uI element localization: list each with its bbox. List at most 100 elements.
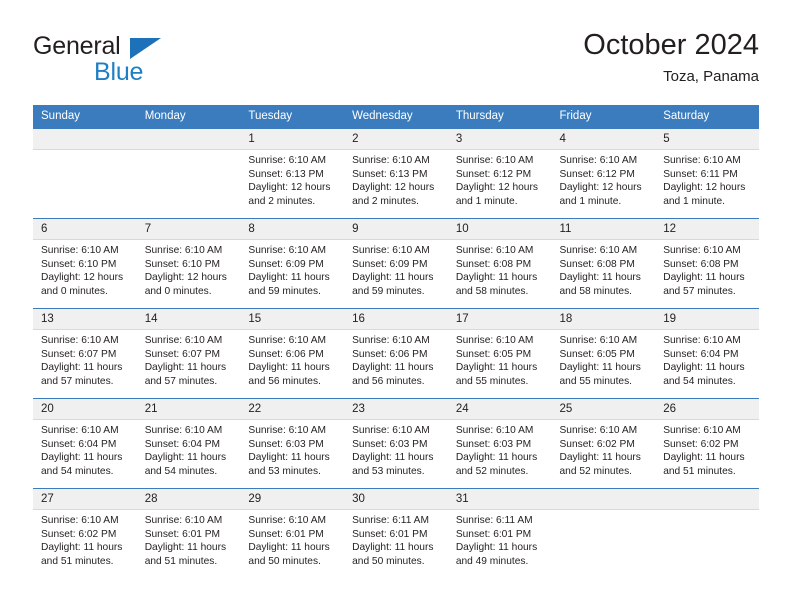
calendar-day-cell[interactable]: 21 Sunrise: 6:10 AM Sunset: 6:04 PM Dayligh… (136, 398, 241, 489)
calendar-day-cell[interactable]: 13 Sunrise: 6:10 AM Sunset: 6:07 PM Dayligh… (33, 308, 137, 399)
day-details: Sunrise: 6:10 AM Sunset: 6:12 PM Daylight:… (448, 150, 552, 208)
sunset-text: Sunset: 6:07 PM (41, 348, 117, 360)
general-blue-logo[interactable]: General Blue (33, 32, 263, 92)
sunrise-text: Sunrise: 6:10 AM (144, 515, 223, 526)
calendar-day-cell[interactable]: 2 Sunrise: 6:10 AM Sunset: 6:13 PM Daylight… (344, 128, 448, 219)
daylight-text-line1: Daylight: 12 hours (144, 272, 227, 284)
day-details: Sunrise: 6:10 AM Sunset: 6:08 PM Daylight:… (448, 240, 552, 298)
day-details: Sunrise: 6:10 AM Sunset: 6:08 PM Daylight:… (655, 240, 759, 298)
calendar-day-cell[interactable]: 7 Sunrise: 6:10 AM Sunset: 6:10 PM Daylight… (136, 218, 241, 309)
sunset-text: Sunset: 6:08 PM (663, 258, 739, 270)
day-details: Sunrise: 6:10 AM Sunset: 6:02 PM Daylight:… (552, 420, 656, 478)
calendar-day-cell[interactable]: 17 Sunrise: 6:10 AM Sunset: 6:05 PM Dayligh… (447, 308, 552, 399)
day-details: Sunrise: 6:10 AM Sunset: 6:06 PM Daylight:… (344, 330, 448, 388)
day-details: Sunrise: 6:10 AM Sunset: 6:10 PM Daylight:… (137, 240, 241, 298)
daylight-text-line1: Daylight: 11 hours (144, 362, 227, 374)
sunrise-text: Sunrise: 6:10 AM (559, 425, 638, 436)
daylight-text-line2: and 2 minutes. (352, 195, 419, 207)
daylight-text-line2: and 53 minutes. (248, 465, 321, 477)
calendar-day-cell[interactable]: 6 Sunrise: 6:10 AM Sunset: 6:10 PM Daylight… (33, 218, 137, 309)
daylight-text-line2: and 1 minute. (663, 195, 725, 207)
calendar-week-row: 13 Sunrise: 6:10 AM Sunset: 6:07 PM Dayligh… (33, 308, 759, 399)
calendar-day-cell[interactable]: 14 Sunrise: 6:10 AM Sunset: 6:07 PM Dayligh… (136, 308, 241, 399)
sunset-text: Sunset: 6:08 PM (559, 258, 635, 270)
day-number (136, 129, 241, 150)
day-details: Sunrise: 6:10 AM Sunset: 6:09 PM Daylight:… (344, 240, 448, 298)
calendar-day-cell[interactable]: 19 Sunrise: 6:10 AM Sunset: 6:04 PM Dayligh… (655, 308, 759, 399)
day-number: 25 (551, 399, 656, 420)
daylight-text-line1: Daylight: 11 hours (663, 272, 745, 284)
calendar-day-cell[interactable]: 18 Sunrise: 6:10 AM Sunset: 6:05 PM Dayligh… (551, 308, 656, 399)
calendar-day-cell[interactable]: 22 Sunrise: 6:10 AM Sunset: 6:03 PM Dayligh… (240, 398, 345, 489)
calendar-day-cell[interactable]: 11 Sunrise: 6:10 AM Sunset: 6:08 PM Dayligh… (551, 218, 656, 309)
sunset-text: Sunset: 6:13 PM (352, 168, 428, 180)
calendar-day-cell[interactable]: 23 Sunrise: 6:10 AM Sunset: 6:03 PM Dayligh… (344, 398, 448, 489)
daylight-text-line2: and 1 minute. (559, 195, 622, 207)
daylight-text-line1: Daylight: 12 hours (352, 182, 435, 194)
day-number: 17 (447, 309, 552, 330)
daylight-text-line1: Daylight: 11 hours (41, 452, 123, 464)
calendar-day-cell[interactable]: 28 Sunrise: 6:10 AM Sunset: 6:01 PM Dayligh… (136, 488, 241, 578)
sunrise-text: Sunrise: 6:10 AM (248, 245, 326, 256)
calendar-day-cell[interactable]: 8 Sunrise: 6:10 AM Sunset: 6:09 PM Daylight… (240, 218, 345, 309)
sunset-text: Sunset: 6:05 PM (559, 348, 635, 360)
day-number: 11 (551, 219, 656, 240)
day-details: Sunrise: 6:11 AM Sunset: 6:01 PM Daylight:… (344, 510, 448, 568)
sunrise-text: Sunrise: 6:11 AM (352, 515, 429, 526)
sunrise-text: Sunrise: 6:10 AM (41, 335, 119, 346)
calendar-week-row: 1 Sunrise: 6:10 AM Sunset: 6:13 PM Daylight… (33, 128, 759, 219)
day-number: 10 (447, 219, 552, 240)
sunset-text: Sunset: 6:06 PM (352, 348, 428, 360)
daylight-text-line2: and 56 minutes. (248, 375, 321, 387)
daylight-text-line1: Daylight: 11 hours (352, 542, 434, 554)
calendar-day-cell[interactable]: 9 Sunrise: 6:10 AM Sunset: 6:09 PM Daylight… (344, 218, 448, 309)
sunrise-text: Sunrise: 6:10 AM (663, 155, 741, 166)
calendar-day-cell[interactable]: 5 Sunrise: 6:10 AM Sunset: 6:11 PM Daylight… (655, 128, 759, 219)
day-number: 31 (447, 489, 552, 510)
day-number: 18 (551, 309, 656, 330)
sunset-text: Sunset: 6:03 PM (248, 438, 324, 450)
day-details: Sunrise: 6:10 AM Sunset: 6:10 PM Daylight:… (33, 240, 137, 298)
sunset-text: Sunset: 6:02 PM (663, 438, 739, 450)
sunrise-text: Sunrise: 6:10 AM (144, 335, 223, 346)
day-details: Sunrise: 6:10 AM Sunset: 6:07 PM Daylight:… (137, 330, 241, 388)
sunset-text: Sunset: 6:02 PM (559, 438, 635, 450)
sunrise-text: Sunrise: 6:11 AM (455, 515, 533, 526)
calendar-day-cell[interactable]: 10 Sunrise: 6:10 AM Sunset: 6:08 PM Dayligh… (447, 218, 552, 309)
sunset-text: Sunset: 6:01 PM (352, 528, 428, 540)
sunset-text: Sunset: 6:05 PM (455, 348, 532, 360)
sunrise-text: Sunrise: 6:10 AM (144, 425, 223, 436)
daylight-text-line2: and 58 minutes. (559, 285, 633, 297)
calendar-day-cell[interactable]: 20 Sunrise: 6:10 AM Sunset: 6:04 PM Dayligh… (33, 398, 137, 489)
sunset-text: Sunset: 6:13 PM (248, 168, 324, 180)
calendar-day-cell[interactable]: 24 Sunrise: 6:10 AM Sunset: 6:03 PM Dayligh… (447, 398, 552, 489)
calendar-day-cell-empty (33, 128, 137, 219)
calendar-day-cell[interactable]: 29 Sunrise: 6:10 AM Sunset: 6:01 PM Dayligh… (240, 488, 345, 578)
daylight-text-line1: Daylight: 11 hours (455, 452, 538, 464)
calendar-day-cell[interactable]: 15 Sunrise: 6:10 AM Sunset: 6:06 PM Dayligh… (240, 308, 345, 399)
calendar-day-cell[interactable]: 30 Sunrise: 6:11 AM Sunset: 6:01 PM Dayligh… (344, 488, 448, 578)
sunrise-text: Sunrise: 6:10 AM (663, 425, 741, 436)
sunrise-text: Sunrise: 6:10 AM (248, 335, 326, 346)
calendar-day-cell[interactable]: 27 Sunrise: 6:10 AM Sunset: 6:02 PM Dayligh… (33, 488, 137, 578)
calendar-day-cell[interactable]: 12 Sunrise: 6:10 AM Sunset: 6:08 PM Dayligh… (655, 218, 759, 309)
calendar-day-cell[interactable]: 25 Sunrise: 6:10 AM Sunset: 6:02 PM Dayligh… (551, 398, 656, 489)
daylight-text-line1: Daylight: 11 hours (352, 362, 434, 374)
day-details: Sunrise: 6:10 AM Sunset: 6:07 PM Daylight:… (33, 330, 137, 388)
weekday-header-sunday: Sunday (33, 105, 137, 129)
daylight-text-line2: and 57 minutes. (41, 375, 114, 387)
calendar-day-cell[interactable]: 4 Sunrise: 6:10 AM Sunset: 6:12 PM Daylight… (551, 128, 656, 219)
sunrise-text: Sunrise: 6:10 AM (455, 425, 534, 436)
day-details: Sunrise: 6:10 AM Sunset: 6:12 PM Daylight:… (552, 150, 656, 208)
sunset-text: Sunset: 6:07 PM (144, 348, 221, 360)
calendar-day-cell[interactable]: 16 Sunrise: 6:10 AM Sunset: 6:06 PM Dayligh… (344, 308, 448, 399)
sunrise-text: Sunrise: 6:10 AM (663, 335, 741, 346)
sunset-text: Sunset: 6:06 PM (248, 348, 324, 360)
calendar-day-cell[interactable]: 31 Sunrise: 6:11 AM Sunset: 6:01 PM Dayligh… (447, 488, 552, 578)
calendar-week-row: 6 Sunrise: 6:10 AM Sunset: 6:10 PM Daylight… (33, 218, 759, 309)
calendar-header-row: Sunday Monday Tuesday Wednesday Thursday… (33, 105, 759, 129)
calendar-day-cell[interactable]: 26 Sunrise: 6:10 AM Sunset: 6:02 PM Dayligh… (655, 398, 759, 489)
calendar-day-cell[interactable]: 3 Sunrise: 6:10 AM Sunset: 6:12 PM Daylight… (447, 128, 552, 219)
calendar-day-cell[interactable]: 1 Sunrise: 6:10 AM Sunset: 6:13 PM Daylight… (240, 128, 345, 219)
day-details: Sunrise: 6:10 AM Sunset: 6:08 PM Daylight:… (552, 240, 656, 298)
